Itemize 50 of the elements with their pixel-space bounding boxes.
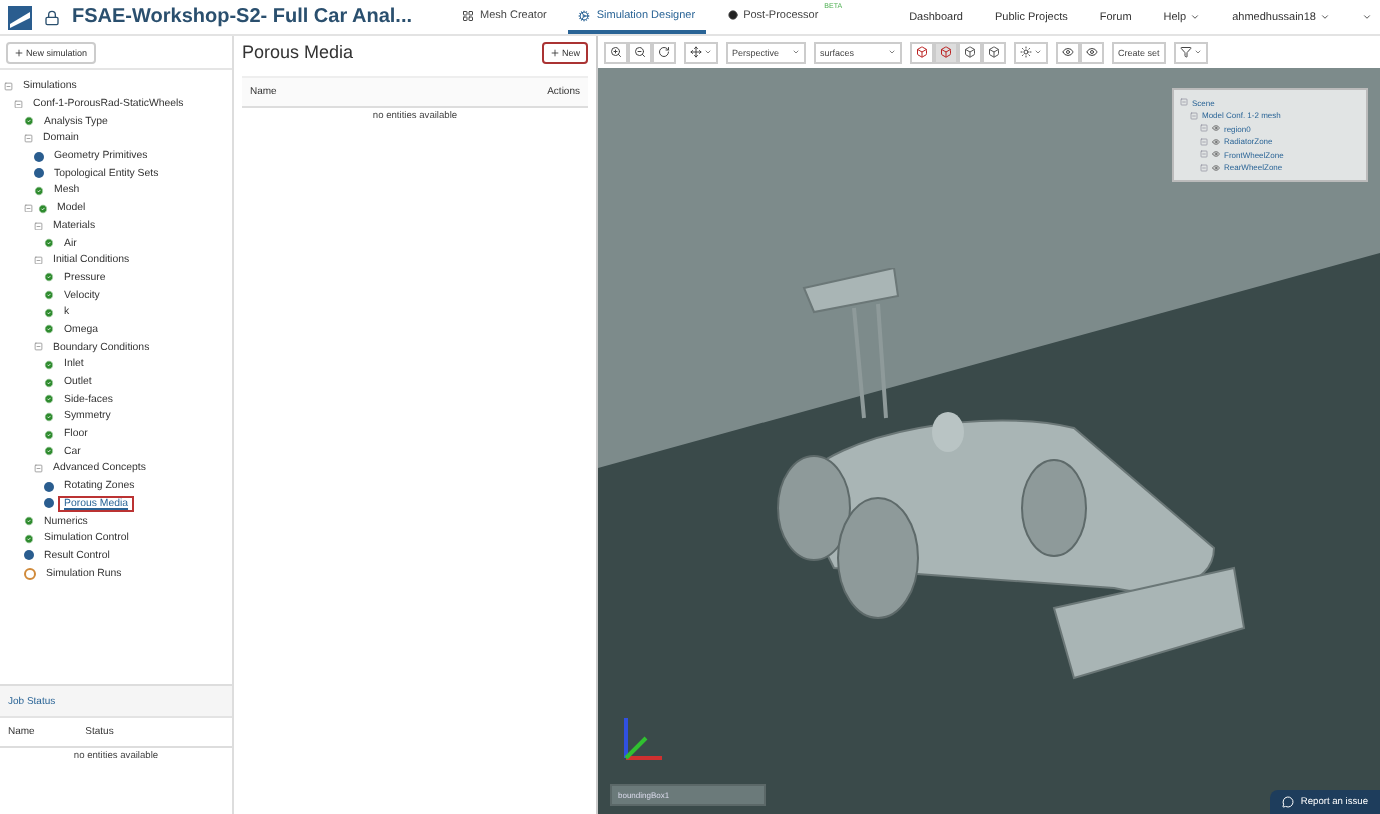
collapse-icon[interactable] <box>34 342 43 352</box>
caret-icon <box>1190 12 1201 22</box>
collapse-icon[interactable] <box>14 99 23 109</box>
view-button[interactable] <box>958 41 982 63</box>
plus-icon <box>14 47 24 57</box>
eye-icon <box>1062 46 1074 58</box>
rotate-icon <box>658 46 670 58</box>
eye-icon[interactable] <box>1212 163 1220 172</box>
logo-icon[interactable] <box>8 5 32 29</box>
collapse-icon[interactable] <box>34 221 43 231</box>
zoom-in-button[interactable] <box>604 41 628 63</box>
view-button[interactable] <box>910 41 934 63</box>
light-dropdown[interactable] <box>1014 41 1048 63</box>
hide-button[interactable] <box>1056 41 1080 63</box>
collapse-icon[interactable] <box>24 203 33 213</box>
rotate-button[interactable] <box>652 41 676 63</box>
filter-dropdown[interactable] <box>1173 41 1208 63</box>
show-button[interactable] <box>1080 41 1104 63</box>
move-dropdown[interactable] <box>684 41 718 63</box>
filter-icon <box>1179 46 1192 58</box>
collapse-icon[interactable] <box>4 82 13 92</box>
cube-icon <box>940 46 952 58</box>
panel-title: Porous Media <box>242 42 354 62</box>
eye-icon[interactable] <box>1212 124 1220 133</box>
cube-icon <box>964 46 976 58</box>
lock-icon <box>44 9 60 25</box>
cube-icon <box>988 46 1000 58</box>
view-button[interactable] <box>982 41 1006 63</box>
eye-icon <box>1086 46 1098 58</box>
grid-icon <box>462 9 475 21</box>
cube-icon <box>916 46 928 58</box>
zoom-out-icon <box>634 46 646 58</box>
view-button[interactable] <box>934 41 958 63</box>
sun-icon <box>1020 46 1032 58</box>
eye-icon[interactable] <box>1212 137 1220 146</box>
caret-icon <box>1320 12 1330 22</box>
zoom-out-button[interactable] <box>628 41 652 63</box>
project-title: FSAE-Workshop-S2- Full Car Anal... <box>72 6 413 28</box>
eye-icon[interactable] <box>1212 150 1220 159</box>
move-icon <box>690 46 702 58</box>
zoom-in-icon <box>610 46 622 58</box>
collapse-icon[interactable] <box>24 134 33 144</box>
menu-button[interactable] <box>1362 12 1372 22</box>
dot-icon <box>727 10 738 20</box>
gear-icon <box>578 9 591 21</box>
caret-icon <box>1362 12 1372 22</box>
plus-icon <box>549 47 560 57</box>
chat-icon <box>1282 796 1295 808</box>
collapse-icon[interactable] <box>34 255 43 265</box>
collapse-icon[interactable] <box>34 464 43 474</box>
